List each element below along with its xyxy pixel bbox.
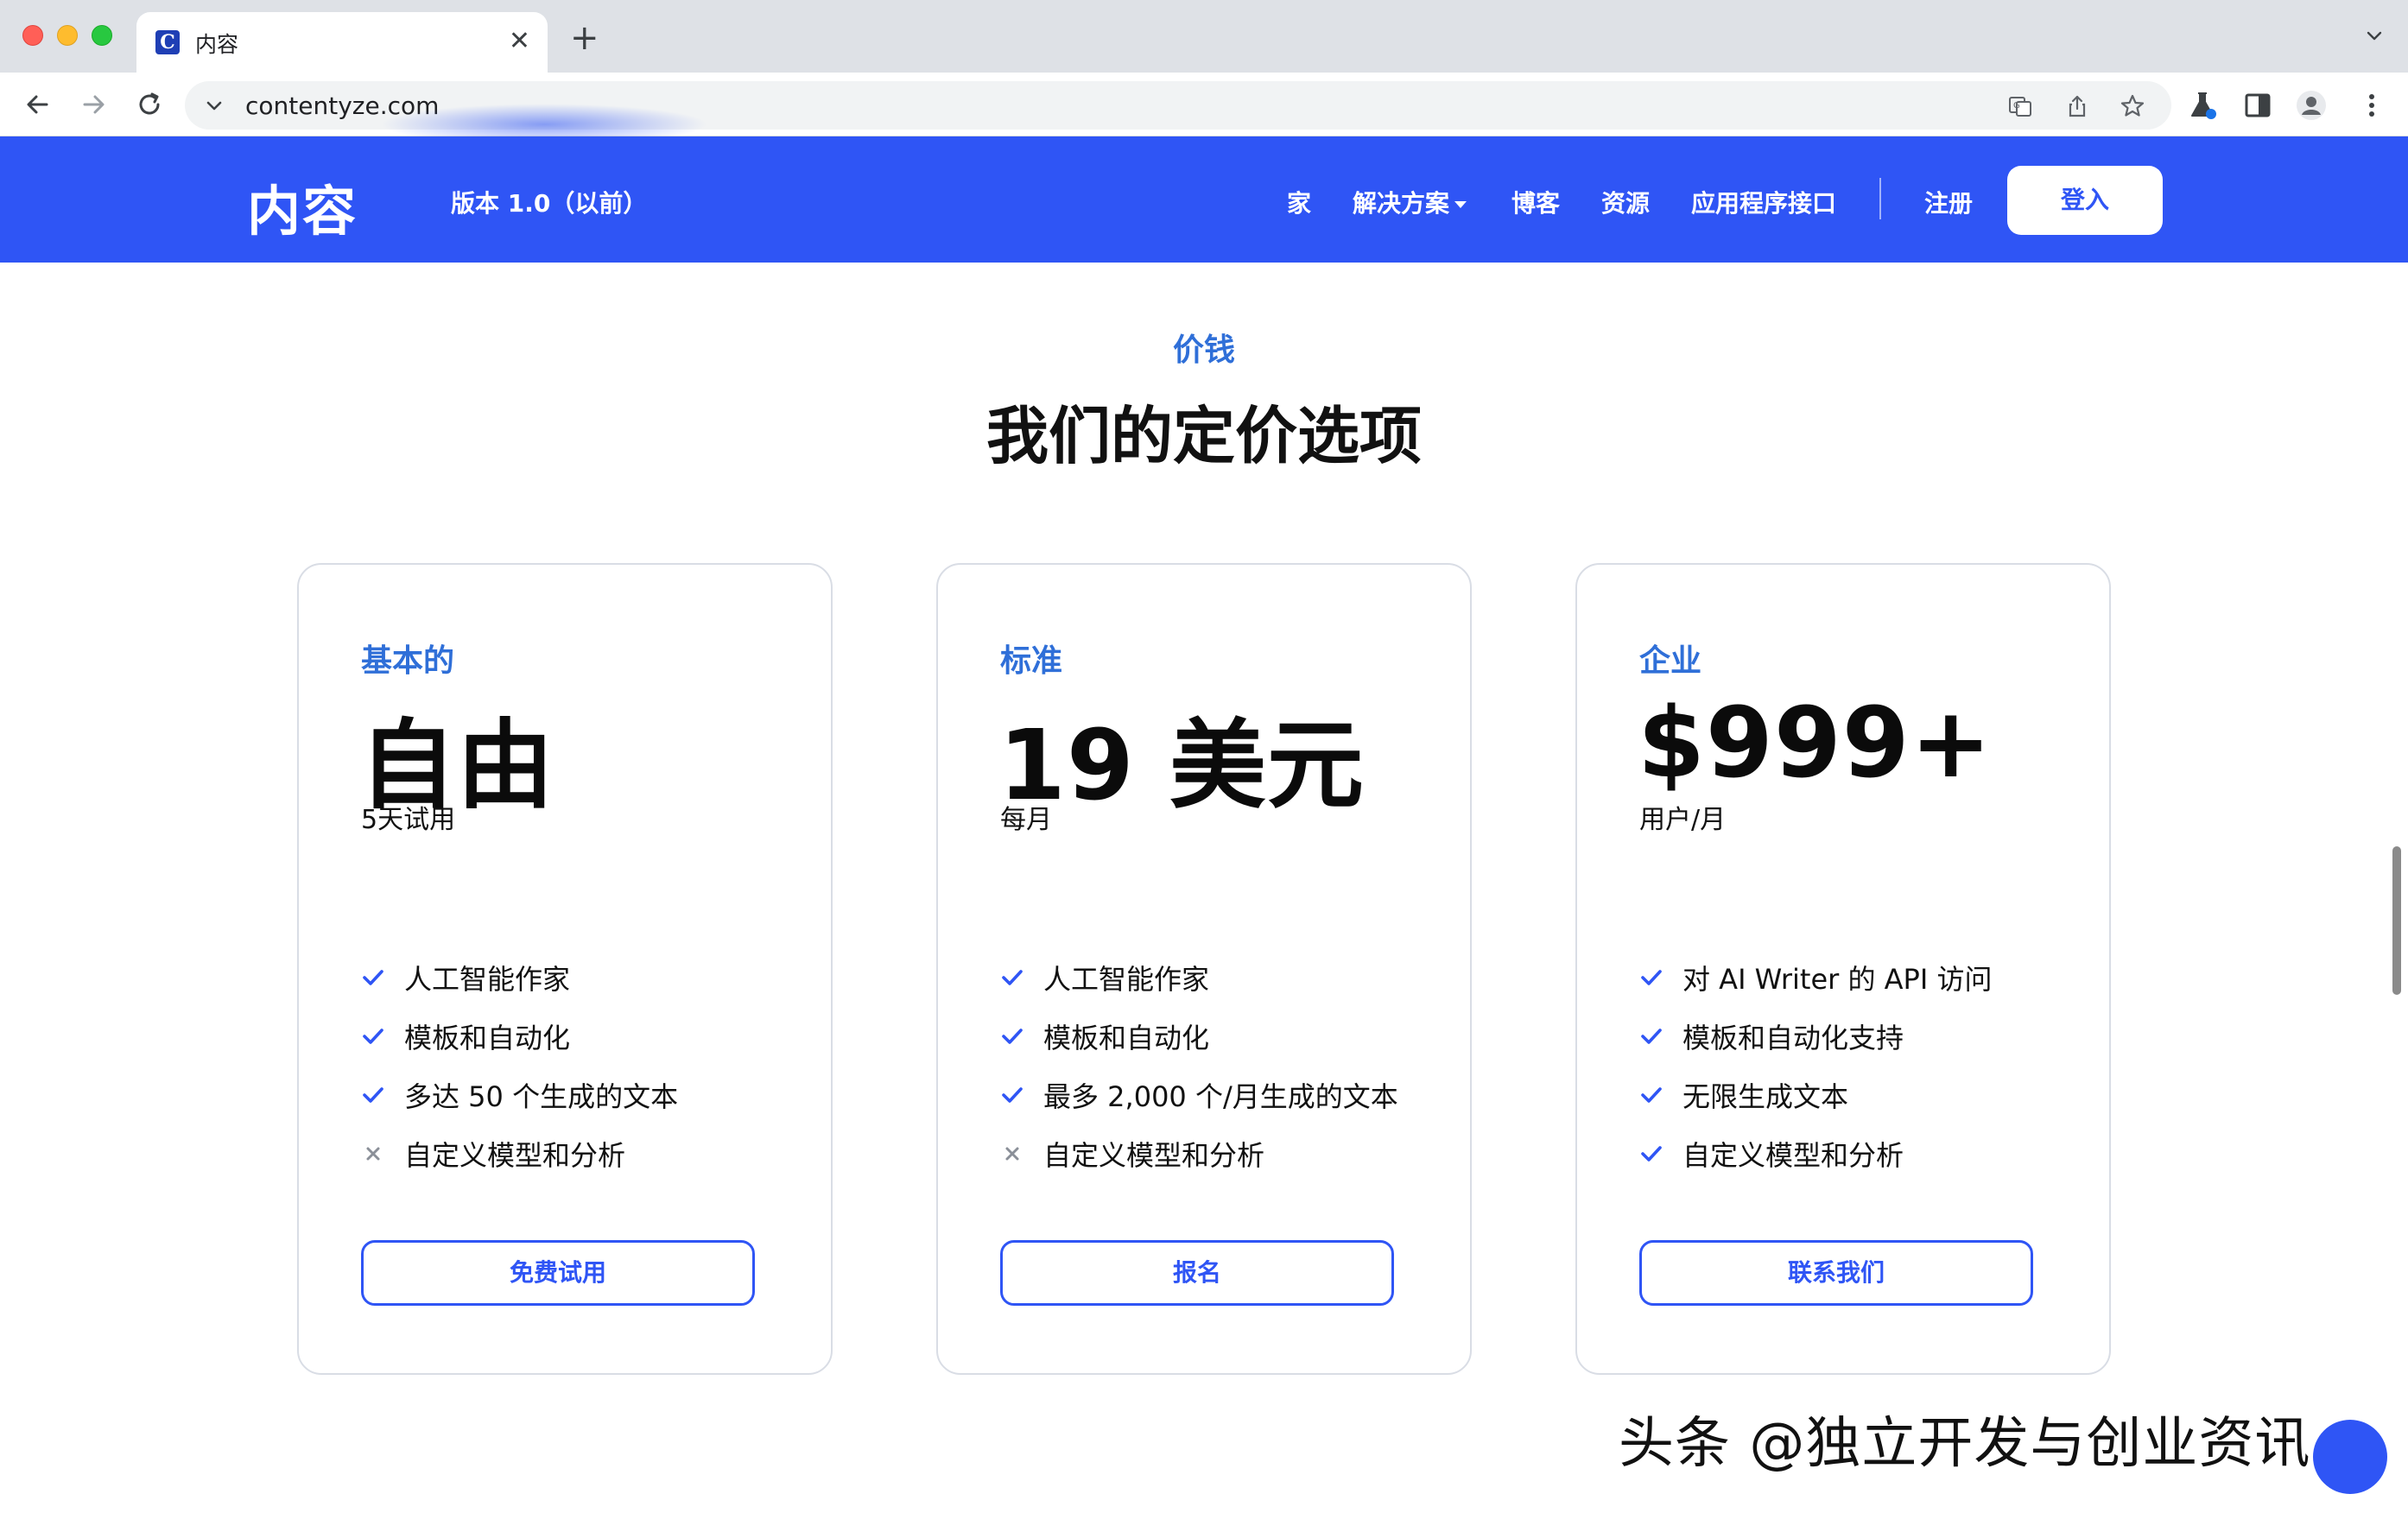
kebab-menu-icon[interactable] bbox=[2356, 90, 2387, 121]
feature-list: 人工智能作家 模板和自动化多达 50 个生成的文本 自定义模型和分析 bbox=[361, 948, 810, 1183]
svg-text:G: G bbox=[2013, 101, 2020, 111]
plan-cta-button[interactable]: 报名 bbox=[1000, 1240, 1394, 1306]
labs-flask-icon[interactable] bbox=[2187, 90, 2218, 121]
feature-item: 自定义模型和分析 bbox=[361, 1124, 810, 1183]
site-favicon-icon: C bbox=[155, 30, 180, 54]
forward-icon[interactable] bbox=[78, 88, 111, 121]
check-icon bbox=[363, 1029, 383, 1044]
feature-list: 对 AI Writer 的 API 访问 模板和自动化支持 无限生成文本自定义模型和… bbox=[1639, 948, 2088, 1183]
site-logo[interactable]: 内容 bbox=[247, 168, 358, 245]
nav-api[interactable]: 应用程序接口 bbox=[1691, 185, 1836, 219]
feature-item: 最多 2,000 个/月生成的文本 bbox=[1000, 1066, 1449, 1124]
check-icon bbox=[1641, 1087, 1662, 1103]
check-icon bbox=[363, 970, 383, 985]
tab-title: 内容 bbox=[195, 32, 239, 57]
nav-home[interactable]: 家 bbox=[1287, 185, 1311, 219]
nav-solutions-dropdown[interactable]: 解决方案 bbox=[1353, 185, 1467, 219]
plan-period: 5天试用 bbox=[361, 805, 456, 835]
check-icon bbox=[1641, 1029, 1662, 1044]
caret-down-icon bbox=[1454, 201, 1467, 208]
feature-text: 对 AI Writer 的 API 访问 bbox=[1682, 963, 1993, 996]
site-info-icon[interactable] bbox=[204, 95, 225, 116]
feature-item: 自定义模型和分析 bbox=[1639, 1124, 2088, 1183]
page-scrollbar-thumb[interactable] bbox=[2392, 846, 2401, 995]
browser-tab-strip: C 内容 ✕ + bbox=[0, 0, 2408, 73]
cross-icon bbox=[366, 1147, 380, 1161]
tab-search-icon[interactable] bbox=[2365, 26, 2384, 45]
bookmark-star-icon[interactable] bbox=[2120, 93, 2145, 119]
share-icon[interactable] bbox=[2064, 93, 2090, 119]
nav-register[interactable]: 注册 bbox=[1924, 185, 1973, 219]
plan-price: 19 美元 bbox=[998, 710, 1365, 822]
browser-tab-active[interactable]: C 内容 ✕ bbox=[136, 12, 548, 73]
nav-divider bbox=[1879, 178, 1881, 219]
check-icon bbox=[1641, 1146, 1662, 1162]
site-header: 内容 版本 1.0（以前） 家 解决方案 博客 资源 应用程序接口 注册 登入 bbox=[0, 136, 2408, 263]
feature-item: 人工智能作家 bbox=[1000, 948, 1449, 1007]
pricing-title: 我们的定价选项 bbox=[985, 400, 1422, 472]
feature-text: 最多 2,000 个/月生成的文本 bbox=[1043, 1080, 1398, 1113]
check-icon bbox=[1002, 1087, 1023, 1103]
feature-item: 模板和自动化 bbox=[361, 1007, 810, 1066]
plan-period: 用户/月 bbox=[1639, 805, 1727, 835]
feature-text: 无限生成文本 bbox=[1682, 1080, 1849, 1113]
side-panel-icon[interactable] bbox=[2242, 90, 2273, 121]
pricing-card: 企业 $999+ 用户/月对 AI Writer 的 API 访问 模板和自动化支持无… bbox=[1575, 563, 2111, 1375]
feature-text: 人工智能作家 bbox=[1043, 963, 1210, 996]
nav-resources[interactable]: 资源 bbox=[1601, 185, 1650, 219]
check-icon bbox=[1641, 970, 1662, 985]
feature-text: 自定义模型和分析 bbox=[404, 1139, 626, 1172]
login-button[interactable]: 登入 bbox=[2007, 166, 2163, 235]
profile-icon[interactable] bbox=[2296, 90, 2327, 121]
feature-item: 多达 50 个生成的文本 bbox=[361, 1066, 810, 1124]
check-icon bbox=[363, 1087, 383, 1103]
feature-item: 模板和自动化 bbox=[1000, 1007, 1449, 1066]
feature-text: 模板和自动化支持 bbox=[1682, 1022, 1904, 1054]
window-zoom-button[interactable] bbox=[92, 25, 112, 46]
cross-icon bbox=[1005, 1147, 1019, 1161]
check-icon bbox=[1002, 1029, 1023, 1044]
browser-toolbar: contentyze.com G bbox=[0, 73, 2408, 136]
plan-period: 每月 bbox=[1000, 805, 1052, 835]
version-link[interactable]: 版本 1.0（以前） bbox=[451, 185, 647, 219]
translate-icon[interactable]: G bbox=[2007, 93, 2033, 119]
plan-name: 基本的 bbox=[361, 643, 455, 679]
feature-item: 模板和自动化支持 bbox=[1639, 1007, 2088, 1066]
feature-item: 自定义模型和分析 bbox=[1000, 1124, 1449, 1183]
feature-item: 人工智能作家 bbox=[361, 948, 810, 1007]
pricing-eyebrow: 价钱 bbox=[1172, 332, 1235, 368]
check-icon bbox=[1002, 970, 1023, 985]
feature-item: 对 AI Writer 的 API 访问 bbox=[1639, 948, 2088, 1007]
window-close-button[interactable] bbox=[22, 25, 43, 46]
window-minimize-button[interactable] bbox=[57, 25, 78, 46]
watermark-text: 头条 @独立开发与创业资讯 bbox=[1619, 1412, 2311, 1476]
feature-list: 人工智能作家 模板和自动化最多 2,000 个/月生成的文本 自定义模型和分析 bbox=[1000, 948, 1449, 1183]
nav-solutions-label: 解决方案 bbox=[1353, 189, 1450, 218]
chat-fab-button[interactable] bbox=[2313, 1420, 2387, 1494]
reload-icon[interactable] bbox=[133, 88, 166, 121]
feature-text: 模板和自动化 bbox=[1043, 1022, 1210, 1054]
feature-text: 模板和自动化 bbox=[404, 1022, 571, 1054]
tab-close-icon[interactable]: ✕ bbox=[509, 24, 530, 59]
feature-text: 自定义模型和分析 bbox=[1682, 1139, 1904, 1172]
feature-text: 多达 50 个生成的文本 bbox=[404, 1080, 679, 1113]
new-tab-icon[interactable]: + bbox=[570, 21, 599, 55]
feature-text: 人工智能作家 bbox=[404, 963, 571, 996]
version-underline-glow bbox=[380, 104, 708, 145]
plan-name: 标准 bbox=[1000, 643, 1063, 679]
feature-item: 无限生成文本 bbox=[1639, 1066, 2088, 1124]
back-icon[interactable] bbox=[21, 88, 54, 121]
plan-cta-button[interactable]: 免费试用 bbox=[361, 1240, 755, 1306]
plan-price: $999+ bbox=[1638, 687, 1993, 800]
nav-blog[interactable]: 博客 bbox=[1511, 185, 1560, 219]
plan-name: 企业 bbox=[1639, 643, 1702, 679]
plan-cta-button[interactable]: 联系我们 bbox=[1639, 1240, 2033, 1306]
feature-text: 自定义模型和分析 bbox=[1043, 1139, 1265, 1172]
pricing-card: 基本的 自由 5天试用 人工智能作家 模板和自动化 多达 50 个生成的文本 自定义模型和分… bbox=[297, 563, 833, 1375]
pricing-card: 标准 19 美元 每月人工智能作家 模板和自动化最多 2,000 个/月生成的文本 自定… bbox=[936, 563, 1472, 1375]
